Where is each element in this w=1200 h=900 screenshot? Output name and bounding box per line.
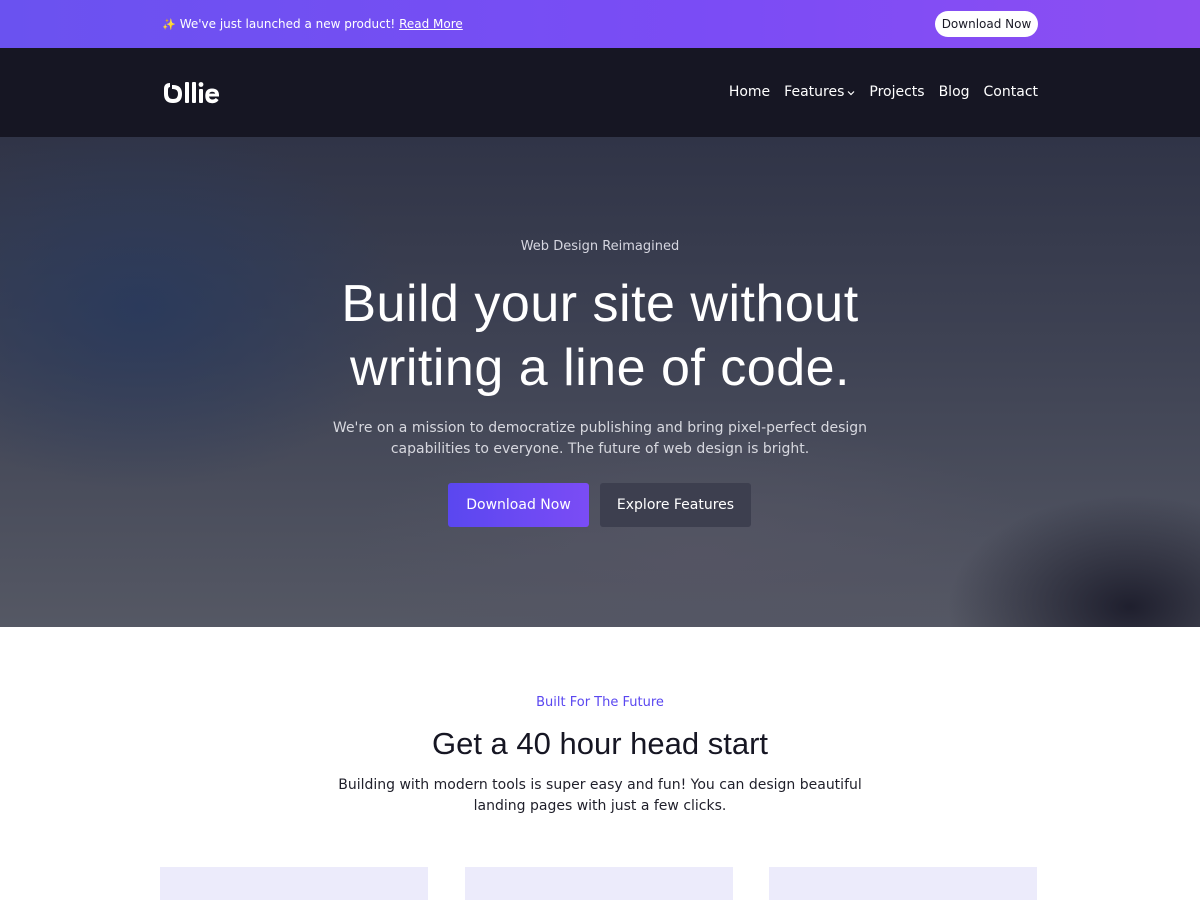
nav-item-blog[interactable]: Blog bbox=[939, 84, 970, 101]
features-section: Built For The Future Get a 40 hour head … bbox=[0, 627, 1200, 900]
hero-title-line2: writing a line of code. bbox=[350, 339, 850, 397]
announcement-text: We've just launched a new product! bbox=[179, 17, 396, 31]
read-more-link[interactable]: Read More bbox=[399, 17, 463, 31]
features-title: Get a 40 hour head start bbox=[431, 726, 769, 761]
hero-subtitle: We're on a mission to democratize publis… bbox=[332, 420, 868, 457]
nav-item-projects[interactable]: Projects bbox=[869, 84, 924, 101]
main-nav: Home Features Projects Blog Contact bbox=[729, 84, 1038, 101]
chevron-down-icon bbox=[847, 90, 855, 95]
nav-item-features[interactable]: Features bbox=[784, 84, 855, 101]
sparkle-icon: ✨ bbox=[162, 18, 176, 31]
nav-item-features-label: Features bbox=[784, 84, 845, 100]
announcement-bar: ✨ We've just launched a new product! Read… bbox=[0, 0, 1200, 48]
hero-title: Build your site without writing a line o… bbox=[0, 272, 1200, 400]
feature-card bbox=[160, 867, 428, 900]
nav-item-contact[interactable]: Contact bbox=[984, 84, 1038, 101]
announcement-download-button[interactable]: Download Now bbox=[935, 11, 1038, 37]
hero-eyebrow: Web Design Reimagined bbox=[520, 239, 680, 254]
download-now-button[interactable]: Download Now bbox=[448, 483, 589, 527]
features-eyebrow: Built For The Future bbox=[536, 695, 664, 710]
explore-features-button[interactable]: Explore Features bbox=[600, 483, 751, 527]
feature-card bbox=[465, 867, 733, 900]
hero-section: Web Design Reimagined Build your site wi… bbox=[0, 137, 1200, 627]
nav-item-home[interactable]: Home bbox=[729, 84, 770, 101]
features-subtitle: Building with modern tools is super easy… bbox=[338, 777, 862, 814]
feature-card bbox=[769, 867, 1037, 900]
ollie-logo[interactable]: ollie bbox=[162, 80, 220, 104]
announcement-message: ✨ We've just launched a new product! Read… bbox=[162, 16, 463, 33]
hero-title-line1: Build your site without bbox=[341, 275, 859, 333]
